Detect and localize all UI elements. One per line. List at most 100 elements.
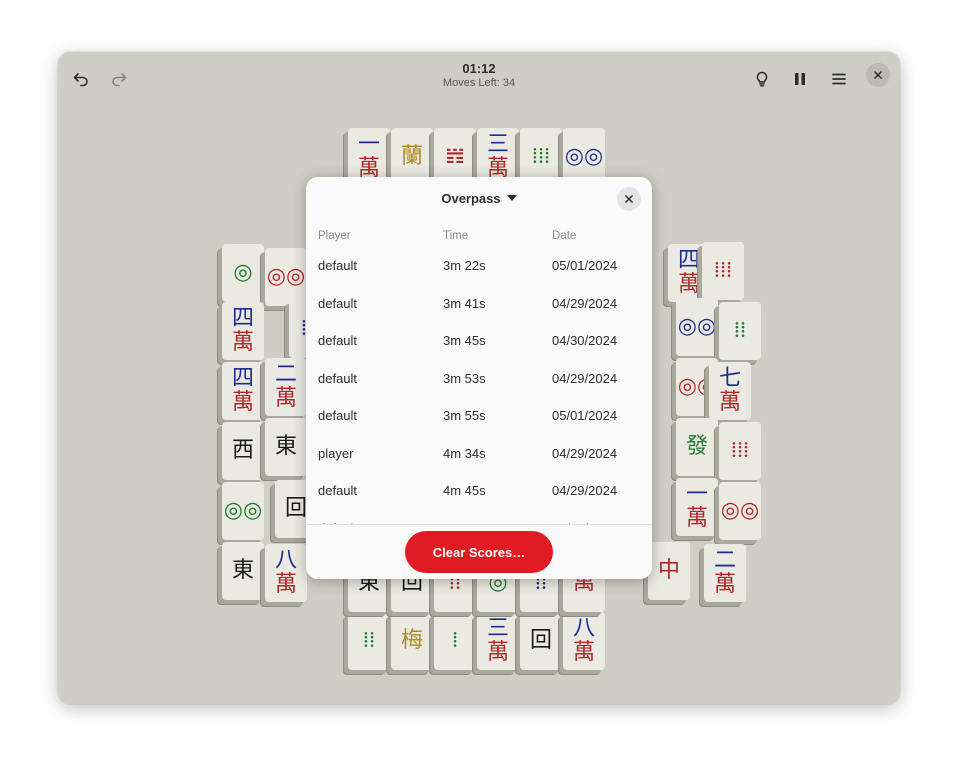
score-row: default 4m 45s 04/29/2024 (306, 472, 652, 510)
score-player: default (318, 408, 358, 424)
tile-glyph: ◎◎ (564, 144, 604, 169)
score-row: player 4m 34s 04/29/2024 (306, 435, 652, 473)
scores-table: Player Time Date default 3m 22s 05/01/2024… (306, 225, 652, 547)
tile-glyph: 三 (486, 132, 509, 157)
mahjong-tile[interactable]: ⁞⁞⁞ (702, 242, 744, 300)
main-menu-button[interactable] (824, 64, 854, 94)
tile-glyph: 八 (572, 616, 595, 641)
score-row: default 3m 55s 05/01/2024 (306, 397, 652, 435)
mahjong-tile[interactable]: 四萬 (222, 362, 264, 420)
tile-glyph: ◎ (233, 260, 253, 285)
mahjong-tile[interactable]: 二萬 (265, 358, 307, 416)
mahjong-tile[interactable]: 東 (222, 542, 264, 600)
score-time: 4m 34s (443, 445, 486, 461)
layout-selector[interactable]: Overpass (306, 191, 652, 206)
pause-icon (795, 73, 805, 85)
score-time: 3m 22s (443, 258, 486, 274)
tile-glyph: 二 (713, 548, 736, 573)
tile-glyph: 二 (274, 362, 297, 387)
mahjong-tile[interactable]: 中 (648, 542, 690, 600)
mahjong-tile[interactable]: 梅 (391, 612, 433, 670)
score-time: 3m 55s (443, 408, 486, 424)
score-player: player (318, 445, 354, 461)
game-window: 01:12 Moves Left: 34 一萬蘭𝍀三萬⁞⁞⁞◎◎◎◎◎四萬⁞⁞⁞… (58, 52, 900, 704)
score-date: 05/01/2024 (552, 408, 618, 424)
mahjong-tile[interactable]: ⁞⁞⁞ (719, 422, 761, 480)
tile-glyph-lower: 萬 (274, 572, 297, 597)
score-time: 4m 45s (443, 483, 486, 499)
table-header: Player Time Date (306, 225, 652, 247)
mahjong-tile[interactable]: ◎◎ (265, 248, 307, 306)
window-close-button[interactable] (866, 63, 890, 87)
mahjong-tile[interactable]: 發 (676, 418, 718, 476)
tile-glyph: ⁞ (451, 628, 459, 653)
hamburger-menu-icon (832, 73, 846, 85)
tile-glyph-lower: 萬 (713, 572, 736, 597)
mahjong-tile[interactable]: ◎◎ (676, 298, 718, 356)
tile-glyph: 西 (231, 438, 254, 463)
score-row: default 3m 53s 04/29/2024 (306, 360, 652, 398)
score-row: default 3m 22s 05/01/2024 (306, 247, 652, 285)
hint-button[interactable] (747, 64, 777, 94)
score-player: default (318, 258, 358, 274)
mahjong-tile[interactable]: ◎ (222, 244, 264, 302)
tile-glyph: 回 (529, 628, 552, 653)
tile-glyph: ◎◎ (223, 498, 263, 523)
mahjong-tile[interactable]: 四萬 (222, 302, 264, 360)
tile-glyph: 梅 (400, 628, 423, 653)
tile-glyph-lower: 萬 (486, 640, 509, 665)
score-date: 04/29/2024 (552, 483, 618, 499)
clear-scores-button[interactable]: Clear Scores… (405, 531, 553, 573)
tile-glyph: ⁞⁞⁞ (713, 258, 733, 283)
score-player: default (318, 483, 358, 499)
mahjong-tile[interactable]: 二萬 (704, 544, 746, 602)
mahjong-tile[interactable]: 三萬 (477, 612, 519, 670)
mahjong-tile[interactable]: 七萬 (709, 362, 751, 420)
mahjong-tile[interactable]: ⁞⁞ (719, 302, 761, 360)
tile-glyph: 東 (231, 558, 254, 583)
tile-glyph-lower: 萬 (677, 272, 700, 297)
dropdown-arrow-icon (506, 195, 517, 201)
tile-glyph: 三 (486, 616, 509, 641)
score-time: 3m 41s (443, 295, 486, 311)
score-row: default 3m 45s 04/30/2024 (306, 322, 652, 360)
tile-glyph-lower: 萬 (685, 506, 708, 531)
tile-glyph: 中 (657, 558, 680, 583)
tile-glyph: 一 (685, 482, 708, 507)
mahjong-tile[interactable]: ⁞ (434, 612, 476, 670)
dialog-close-button[interactable] (617, 187, 641, 211)
tile-glyph-lower: 萬 (274, 386, 297, 411)
tile-glyph: 八 (274, 548, 297, 573)
tile-glyph-lower: 萬 (572, 640, 595, 665)
tile-glyph: 回 (284, 496, 307, 521)
tile-glyph: 發 (685, 434, 708, 459)
tile-glyph: ◎◎ (720, 498, 760, 523)
tile-glyph: 蘭 (400, 144, 423, 169)
score-time: 3m 53s (443, 370, 486, 386)
score-player: default (318, 370, 358, 386)
tile-glyph: ⁞⁞ (733, 318, 747, 343)
mahjong-tile[interactable]: 西 (222, 422, 264, 480)
mahjong-tile[interactable]: 八萬 (563, 612, 605, 670)
mahjong-tile[interactable]: 回 (520, 612, 562, 670)
mahjong-tile[interactable]: 八萬 (265, 544, 307, 602)
tile-glyph-lower: 萬 (231, 330, 254, 355)
tile-glyph: 四 (231, 366, 254, 391)
mahjong-tile[interactable]: ⁞⁞ (348, 612, 390, 670)
mahjong-tile[interactable]: 東 (265, 418, 307, 476)
scores-dialog: Overpass Player Time Date default 3m 22s 0… (306, 177, 652, 579)
score-time: 3m 45s (443, 333, 486, 349)
tile-glyph-lower: 萬 (231, 390, 254, 415)
mahjong-tile[interactable]: ◎◎ (719, 482, 761, 540)
score-player: default (318, 295, 358, 311)
tile-glyph: 七 (718, 366, 741, 391)
score-date: 04/30/2024 (552, 333, 618, 349)
close-icon (874, 71, 882, 79)
tile-glyph: 四 (231, 306, 254, 331)
pause-button[interactable] (785, 64, 815, 94)
mahjong-tile[interactable]: ◎◎ (222, 482, 264, 540)
tile-glyph: 一 (357, 132, 380, 157)
mahjong-tile[interactable]: 一萬 (676, 478, 718, 536)
score-player: default (318, 333, 358, 349)
tile-glyph: ◎◎ (677, 314, 717, 339)
